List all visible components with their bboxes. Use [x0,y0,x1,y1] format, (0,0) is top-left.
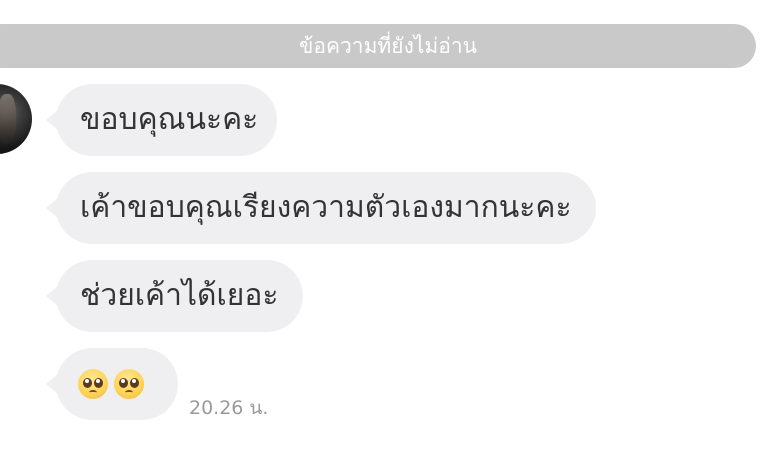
avatar[interactable] [0,84,32,154]
emoji-eye [119,378,128,388]
emoji-eye [94,378,103,388]
pleading-face-icon [78,369,108,399]
unread-messages-label: ข้อความที่ยังไม่อ่าน [298,34,477,58]
message-bubble[interactable]: เค้าขอบคุณเรียงความตัวเองมากนะคะ [46,172,596,244]
message-text: ขอบคุณนะคะ [80,102,259,137]
emoji-mouth [125,390,133,395]
message-bubble[interactable]: ขอบคุณนะคะ [46,84,277,156]
chat-screen: ข้อความที่ยังไม่อ่าน ขอบคุณนะคะ เค้าขอบค… [0,0,772,458]
emoji-eye [83,378,92,388]
message-bubble[interactable]: ช่วยเค้าได้เยอะ [46,260,303,332]
emoji-eye [130,378,139,388]
unread-messages-banner: ข้อความที่ยังไม่อ่าน [0,24,756,68]
message-text: เค้าขอบคุณเรียงความตัวเองมากนะคะ [80,190,572,225]
emoji-message-bubble[interactable] [46,348,178,420]
pleading-face-icon [114,369,144,399]
emoji-mouth [89,390,97,395]
message-timestamp: 20.26 น. [189,397,269,419]
message-text: ช่วยเค้าได้เยอะ [80,278,279,313]
